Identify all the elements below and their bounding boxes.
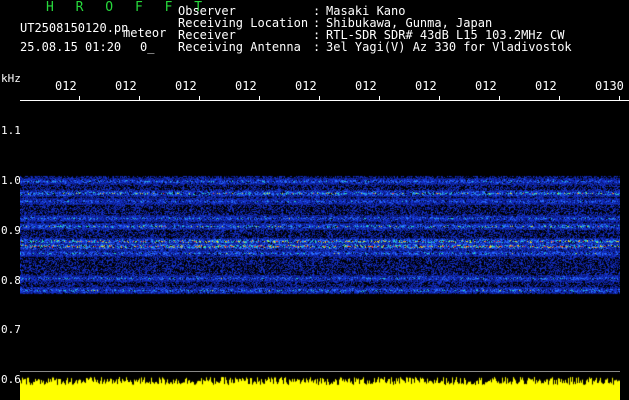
x-tick-label: 012	[175, 79, 197, 93]
x-tick-label: 012	[235, 79, 257, 93]
x-tick-label: 012	[475, 79, 497, 93]
y-tick-label: 1.1	[1, 124, 21, 137]
hrofft-window: H R O F F T UT2508150120.pn meteor 25.08…	[0, 0, 629, 400]
x-tick-label: 0130	[595, 79, 624, 93]
x-tick-mark	[79, 96, 80, 100]
timestamp: 25.08.15 01:20	[20, 40, 122, 54]
y-tick-label: 0.9	[1, 224, 21, 237]
x-tick-mark	[139, 96, 140, 100]
y-tick-label: 0.8	[1, 274, 21, 287]
y-axis-label: kHz	[1, 72, 21, 85]
y-tick-label: 1.0	[1, 174, 21, 187]
x-tick-mark	[259, 96, 260, 100]
y-tick-label: 0.6	[1, 373, 21, 386]
x-tick-mark	[319, 96, 320, 100]
y-tick-label: 0.7	[1, 323, 21, 336]
x-tick-label: 012	[355, 79, 377, 93]
antenna-label: Receiving Antenna	[178, 40, 301, 54]
amplitude-baseline	[20, 371, 620, 372]
count-label: 0_	[140, 40, 155, 54]
x-tick-mark	[499, 96, 500, 100]
event-type-label: meteor	[123, 26, 167, 40]
x-tick-mark	[559, 96, 560, 100]
x-tick-label: 012	[55, 79, 77, 93]
x-tick-label: 012	[415, 79, 437, 93]
x-tick-label: 012	[115, 79, 137, 93]
x-tick-label: 012	[295, 79, 317, 93]
x-tick-mark	[379, 96, 380, 100]
x-tick-label: 012	[535, 79, 557, 93]
x-tick-mark	[439, 96, 440, 100]
x-tick-mark	[199, 96, 200, 100]
header-divider	[20, 100, 629, 101]
x-tick-mark	[619, 96, 620, 100]
antenna-value: 3el Yagi(V) Az 330 for Vladivostok	[326, 40, 572, 54]
file-name: UT2508150120.pn	[20, 21, 129, 35]
spectrogram-canvas	[20, 100, 620, 400]
antenna-colon: :	[313, 40, 321, 54]
